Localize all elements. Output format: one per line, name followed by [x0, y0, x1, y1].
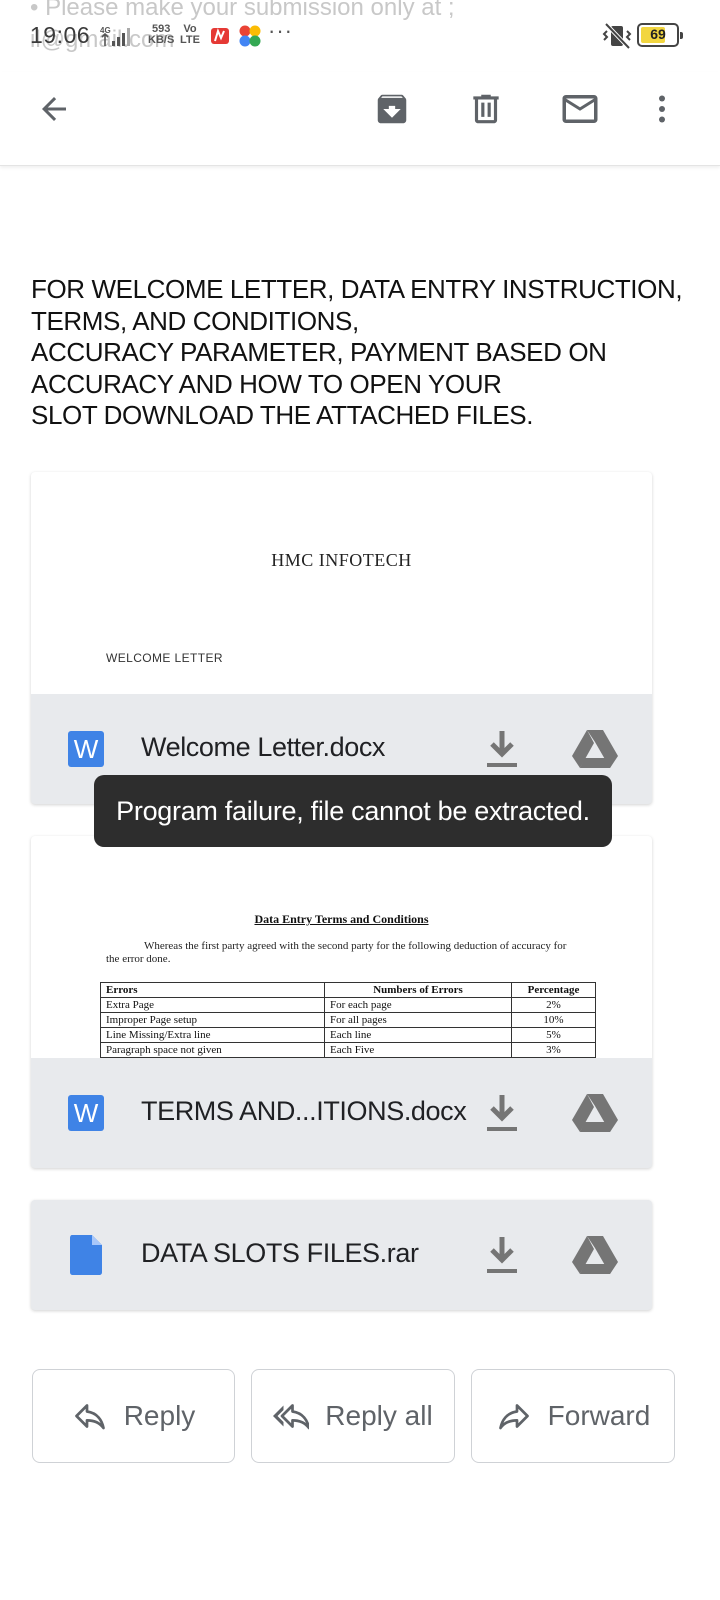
table-cell: Each Five [324, 1042, 512, 1058]
signal-icon: 4G [100, 26, 130, 46]
delete-button[interactable] [460, 83, 512, 135]
archive-icon [377, 94, 407, 124]
email-body-line: SLOT DOWNLOAD THE ATTACHED FILES. [31, 400, 534, 430]
battery-level: 69 [650, 26, 666, 42]
file-icon [70, 1235, 102, 1275]
reply-all-label: Reply all [325, 1400, 433, 1431]
more-options-button[interactable] [636, 83, 688, 135]
save-to-drive-icon[interactable] [571, 1234, 619, 1276]
attachment-info-bar: W TERMS AND...ITIONS.docx [31, 1058, 652, 1168]
table-cell: Extra Page [100, 997, 325, 1013]
table-cell: For all pages [324, 1012, 512, 1028]
more-vert-icon [659, 95, 665, 123]
mail-icon [562, 95, 598, 123]
save-to-drive-icon[interactable] [571, 1092, 619, 1134]
network-speed: 593 KB/S [148, 24, 174, 46]
reply-all-button[interactable]: Reply all [251, 1369, 455, 1463]
app-notification-icon [211, 28, 229, 44]
email-body: FOR WELCOME LETTER, DATA ENTRY INSTRUCTI… [31, 274, 683, 432]
battery-tip [680, 32, 683, 39]
table-header: Percentage [511, 982, 596, 998]
volte-bottom: LTE [180, 34, 200, 46]
attachment-card-data-slots[interactable]: DATA SLOTS FILES.rar [31, 1200, 652, 1310]
vibrate-off-icon [602, 22, 632, 50]
email-body-line: ACCURACY AND HOW TO OPEN YOUR [31, 368, 502, 399]
table-cell: 2% [511, 997, 596, 1013]
attachment-preview[interactable]: HMC INFOTECH WELCOME LETTER [31, 472, 652, 694]
network-speed-unit: KB/S [148, 34, 175, 46]
status-bar: • Please make your submission only at ; … [0, 0, 720, 72]
table-cell: Each line [324, 1027, 512, 1043]
table-cell: 10% [511, 1012, 596, 1028]
back-arrow-icon [42, 97, 66, 121]
table-cell: Paragraph space not given [100, 1042, 325, 1058]
table-cell: Line Missing/Extra line [100, 1027, 325, 1043]
clock: 19:06 [30, 22, 91, 48]
reply-button[interactable]: Reply [32, 1369, 235, 1463]
table-row: Extra Page For each page 2% [100, 997, 596, 1013]
save-to-drive-icon[interactable] [571, 728, 619, 770]
table-cell: 5% [511, 1027, 596, 1043]
background-email-text: • Please make your submission only at ; [30, 0, 455, 21]
forward-button[interactable]: Forward [471, 1369, 675, 1463]
preview-title: HMC INFOTECH [271, 550, 412, 570]
reply-icon [74, 1404, 105, 1430]
photos-app-icon [239, 25, 261, 47]
volte-indicator: Vo LTE [180, 24, 200, 46]
table-row: Improper Page setup For all pages 10% [100, 1012, 596, 1028]
word-doc-icon: W [68, 1095, 104, 1131]
table-cell: Improper Page setup [100, 1012, 325, 1028]
email-body-line: TERMS, AND CONDITIONS, [31, 305, 359, 336]
error-toast: Program failure, file cannot be extracte… [94, 775, 612, 847]
table-header: Errors [100, 982, 325, 998]
attachment-card-welcome-letter[interactable]: HMC INFOTECH WELCOME LETTER W Welcome Le… [31, 472, 652, 804]
table-row: Line Missing/Extra line Each line 5% [100, 1027, 596, 1043]
preview-subtitle: WELCOME LETTER [106, 651, 223, 665]
top-app-bar [0, 72, 720, 166]
word-doc-icon: W [68, 731, 104, 767]
preview-table: Errors Numbers of Errors Percentage Extr… [100, 982, 596, 1058]
reply-all-icon [273, 1404, 310, 1430]
attachment-preview[interactable]: Data Entry Terms and Conditions Whereas … [31, 836, 652, 1058]
preview-title: Data Entry Terms and Conditions [254, 912, 429, 926]
attachment-card-terms[interactable]: Data Entry Terms and Conditions Whereas … [31, 836, 652, 1168]
more-notifications-icon: ··· [268, 18, 293, 43]
attachment-info-bar: DATA SLOTS FILES.rar [31, 1200, 652, 1310]
attachment-name: Welcome Letter.docx [141, 732, 386, 762]
delete-icon [473, 94, 499, 124]
preview-paragraph: Whereas the first party agreed with the … [106, 940, 567, 965]
battery-icon: 69 [637, 23, 683, 47]
table-cell: 3% [511, 1042, 596, 1058]
forward-label: Forward [547, 1400, 651, 1431]
attachment-name: DATA SLOTS FILES.rar [141, 1238, 419, 1268]
attachment-name: TERMS AND...ITIONS.docx [141, 1096, 467, 1126]
table-row: Paragraph space not given Each Five 3% [100, 1042, 596, 1058]
forward-icon [498, 1404, 529, 1430]
archive-button[interactable] [366, 83, 418, 135]
download-icon[interactable] [483, 727, 521, 771]
email-body-line: FOR WELCOME LETTER, DATA ENTRY INSTRUCTI… [31, 274, 683, 304]
table-cell: For each page [324, 997, 512, 1013]
back-button[interactable] [28, 83, 80, 135]
reply-label: Reply [123, 1400, 196, 1431]
download-icon[interactable] [483, 1091, 521, 1135]
table-header-row: Errors Numbers of Errors Percentage [100, 982, 596, 998]
download-icon[interactable] [483, 1233, 521, 1277]
table-header: Numbers of Errors [324, 982, 512, 998]
mark-unread-button[interactable] [554, 83, 606, 135]
email-body-line: ACCURACY PARAMETER, PAYMENT BASED ON [31, 337, 607, 367]
